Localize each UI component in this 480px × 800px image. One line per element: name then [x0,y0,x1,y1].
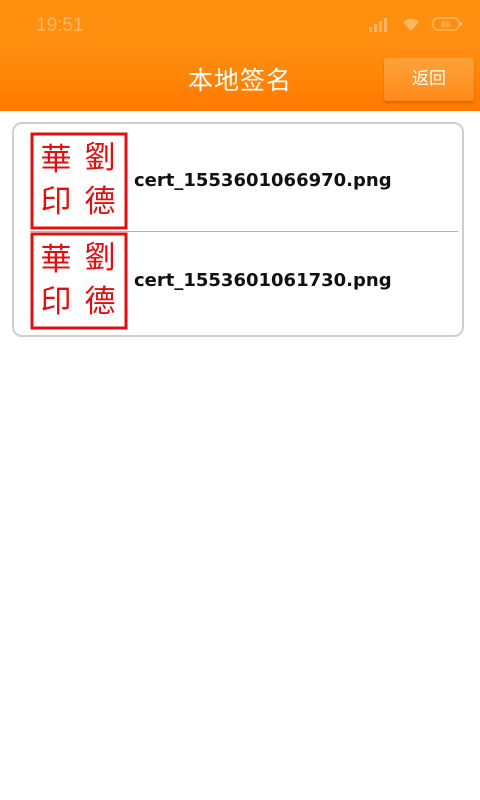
signature-filename: cert_1553601061730.png [134,270,392,291]
status-icons: 88 [368,16,464,32]
svg-text:印: 印 [41,184,72,220]
list-item[interactable]: 華 劉 印 德 cert_1553601061730.png [14,232,462,330]
seal-stamp-image: 華 劉 印 德 [30,132,128,230]
svg-text:華: 華 [41,242,72,278]
signal-icon [369,18,387,32]
list-item[interactable]: 華 劉 印 德 cert_1553601066970.png [14,132,462,230]
svg-text:德: 德 [85,284,116,320]
back-button[interactable]: 返回 [384,58,474,101]
signature-filename: cert_1553601066970.png [134,170,392,191]
wifi-icon [403,18,419,31]
title-bar: 本地签名 返回 [0,50,480,111]
svg-text:印: 印 [41,284,72,320]
svg-text:德: 德 [85,184,116,220]
battery-icon: 88 [432,17,462,31]
svg-text:華: 華 [41,142,72,178]
signature-list: 華 劉 印 德 cert_1553601066970.png 華 劉 印 德 c… [12,122,464,337]
battery-level: 88 [441,21,451,30]
status-time: 19:51 [36,15,84,36]
svg-text:劉: 劉 [85,140,116,176]
status-bar: 19:51 88 [0,0,480,50]
seal-stamp-image: 華 劉 印 德 [30,232,128,330]
svg-text:劉: 劉 [85,240,116,276]
